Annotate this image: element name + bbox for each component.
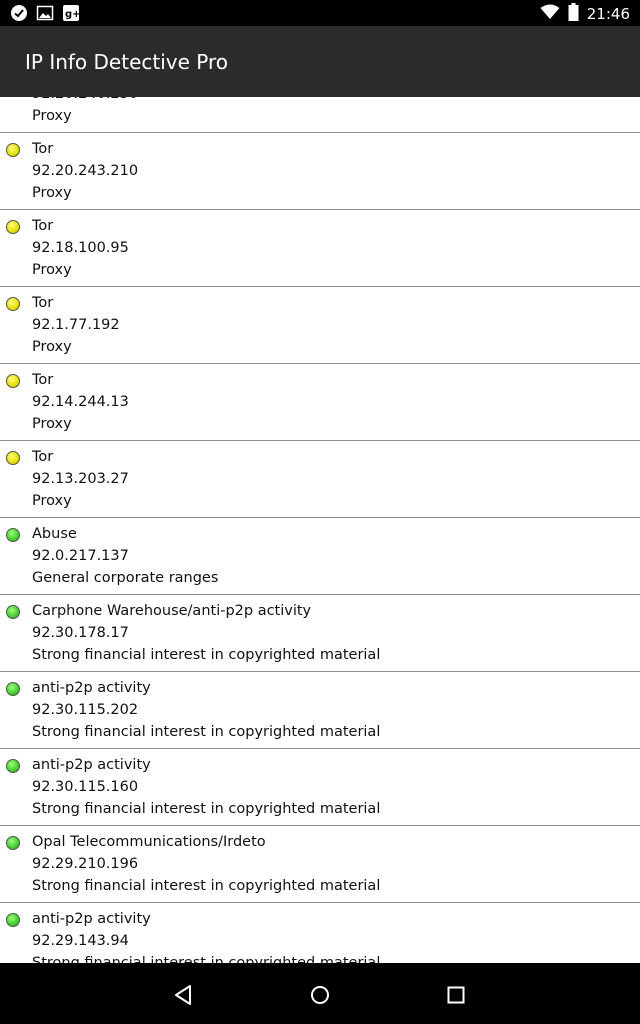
battery-icon <box>568 3 579 25</box>
app-bar: IP Info Detective Pro <box>0 26 640 97</box>
recents-icon[interactable] <box>442 981 470 1009</box>
item-name: anti-p2p activity <box>32 680 151 696</box>
home-icon[interactable] <box>306 981 334 1009</box>
item-ip-address: 92.30.115.160 <box>32 779 139 795</box>
item-category: Proxy <box>32 416 72 432</box>
item-category: Strong financial interest in copyrighted… <box>32 801 381 817</box>
yellow-status-icon <box>6 451 20 465</box>
item-name: Tor <box>32 372 54 388</box>
item-name: Tor <box>32 218 54 234</box>
item-category: Strong financial interest in copyrighted… <box>32 955 381 963</box>
app-title: IP Info Detective Pro <box>25 50 228 74</box>
list-item[interactable]: Tor92.20.240.230Proxy <box>0 97 640 133</box>
yellow-status-icon <box>6 297 20 311</box>
item-ip-address: 92.29.143.94 <box>32 933 129 949</box>
item-category: Proxy <box>32 108 72 124</box>
list-item[interactable]: Tor 92.20.243.210 Proxy <box>0 133 640 210</box>
item-category: Proxy <box>32 339 72 355</box>
ip-list[interactable]: Tor 92.20.240.230 Proxy Tor 92.20.243.210 Pro… <box>0 97 640 963</box>
list-item[interactable]: Opal Telecommunications/Irdeto 92.29.210.… <box>0 826 640 903</box>
item-category: Strong financial interest in copyrighted… <box>32 647 381 663</box>
green-status-icon <box>6 913 20 927</box>
green-status-icon <box>6 836 20 850</box>
item-ip-address: 92.18.100.95 <box>32 240 129 256</box>
item-category: Strong financial interest in copyrighted… <box>32 724 381 740</box>
item-ip-address: 92.20.240.230 <box>32 97 138 102</box>
clock: 21:46 <box>586 5 630 23</box>
list-item[interactable]: Tor 92.14.244.13 Proxy <box>0 364 640 441</box>
item-category: Proxy <box>32 493 72 509</box>
item-ip-address: 92.0.217.137 <box>32 548 129 564</box>
item-ip-address: 92.20.243.210 <box>32 163 139 179</box>
yellow-status-icon <box>6 374 20 388</box>
item-ip-address: 92.13.203.27 <box>32 471 129 487</box>
item-category: Strong financial interest in copyrighted… <box>32 878 381 894</box>
green-status-icon <box>6 528 20 542</box>
navigation-bar <box>0 963 640 1024</box>
svg-text:g+: g+ <box>65 9 80 20</box>
list-item[interactable]: anti-p2p activity 92.30.115.160 Strong fin… <box>0 749 640 826</box>
item-ip-address: 92.14.244.13 <box>32 394 129 410</box>
yellow-status-icon <box>6 220 20 234</box>
wifi-icon <box>540 4 560 24</box>
item-ip-address: 92.30.178.17 <box>32 625 129 641</box>
notification-icons: g+ <box>10 4 81 27</box>
item-name: Carphone Warehouse/anti-p2p activity <box>32 603 312 619</box>
list-item[interactable]: Tor 92.1.77.192 Proxy <box>0 287 640 364</box>
green-status-icon <box>6 605 20 619</box>
item-name: Opal Telecommunications/Irdeto <box>32 834 266 850</box>
item-ip-address: 92.29.210.196 <box>32 856 139 872</box>
item-category: General corporate ranges <box>32 570 219 586</box>
back-icon[interactable] <box>170 981 198 1009</box>
item-category: Proxy <box>32 262 72 278</box>
list-item[interactable]: Tor 92.13.203.27 Proxy <box>0 441 640 518</box>
item-name: Tor <box>32 449 54 465</box>
list-item[interactable]: Tor 92.18.100.95 Proxy <box>0 210 640 287</box>
item-name: Tor <box>32 295 54 311</box>
item-ip-address: 92.30.115.202 <box>32 702 139 718</box>
check-circle-icon <box>10 4 28 27</box>
item-category: Proxy <box>32 185 72 201</box>
image-icon <box>36 4 54 27</box>
list-item[interactable]: Carphone Warehouse/anti-p2p activity 92.3… <box>0 595 640 672</box>
yellow-status-icon <box>6 143 20 157</box>
list-item[interactable]: anti-p2p activity 92.29.143.94 Strong fina… <box>0 903 640 963</box>
item-name: anti-p2p activity <box>32 757 151 773</box>
green-status-icon <box>6 759 20 773</box>
item-name: Tor <box>32 141 54 157</box>
google-plus-icon: g+ <box>62 4 81 27</box>
item-ip-address: 92.1.77.192 <box>32 317 120 333</box>
list-item[interactable]: anti-p2p activity 92.30.115.202 Strong fin… <box>0 672 640 749</box>
system-status: 21:46 <box>540 3 630 25</box>
item-name: anti-p2p activity <box>32 911 151 927</box>
list-item[interactable]: Abuse 92.0.217.137 General corporate range… <box>0 518 640 595</box>
status-bar: g+ 21:46 <box>0 0 640 26</box>
green-status-icon <box>6 682 20 696</box>
item-name: Abuse <box>32 526 77 542</box>
